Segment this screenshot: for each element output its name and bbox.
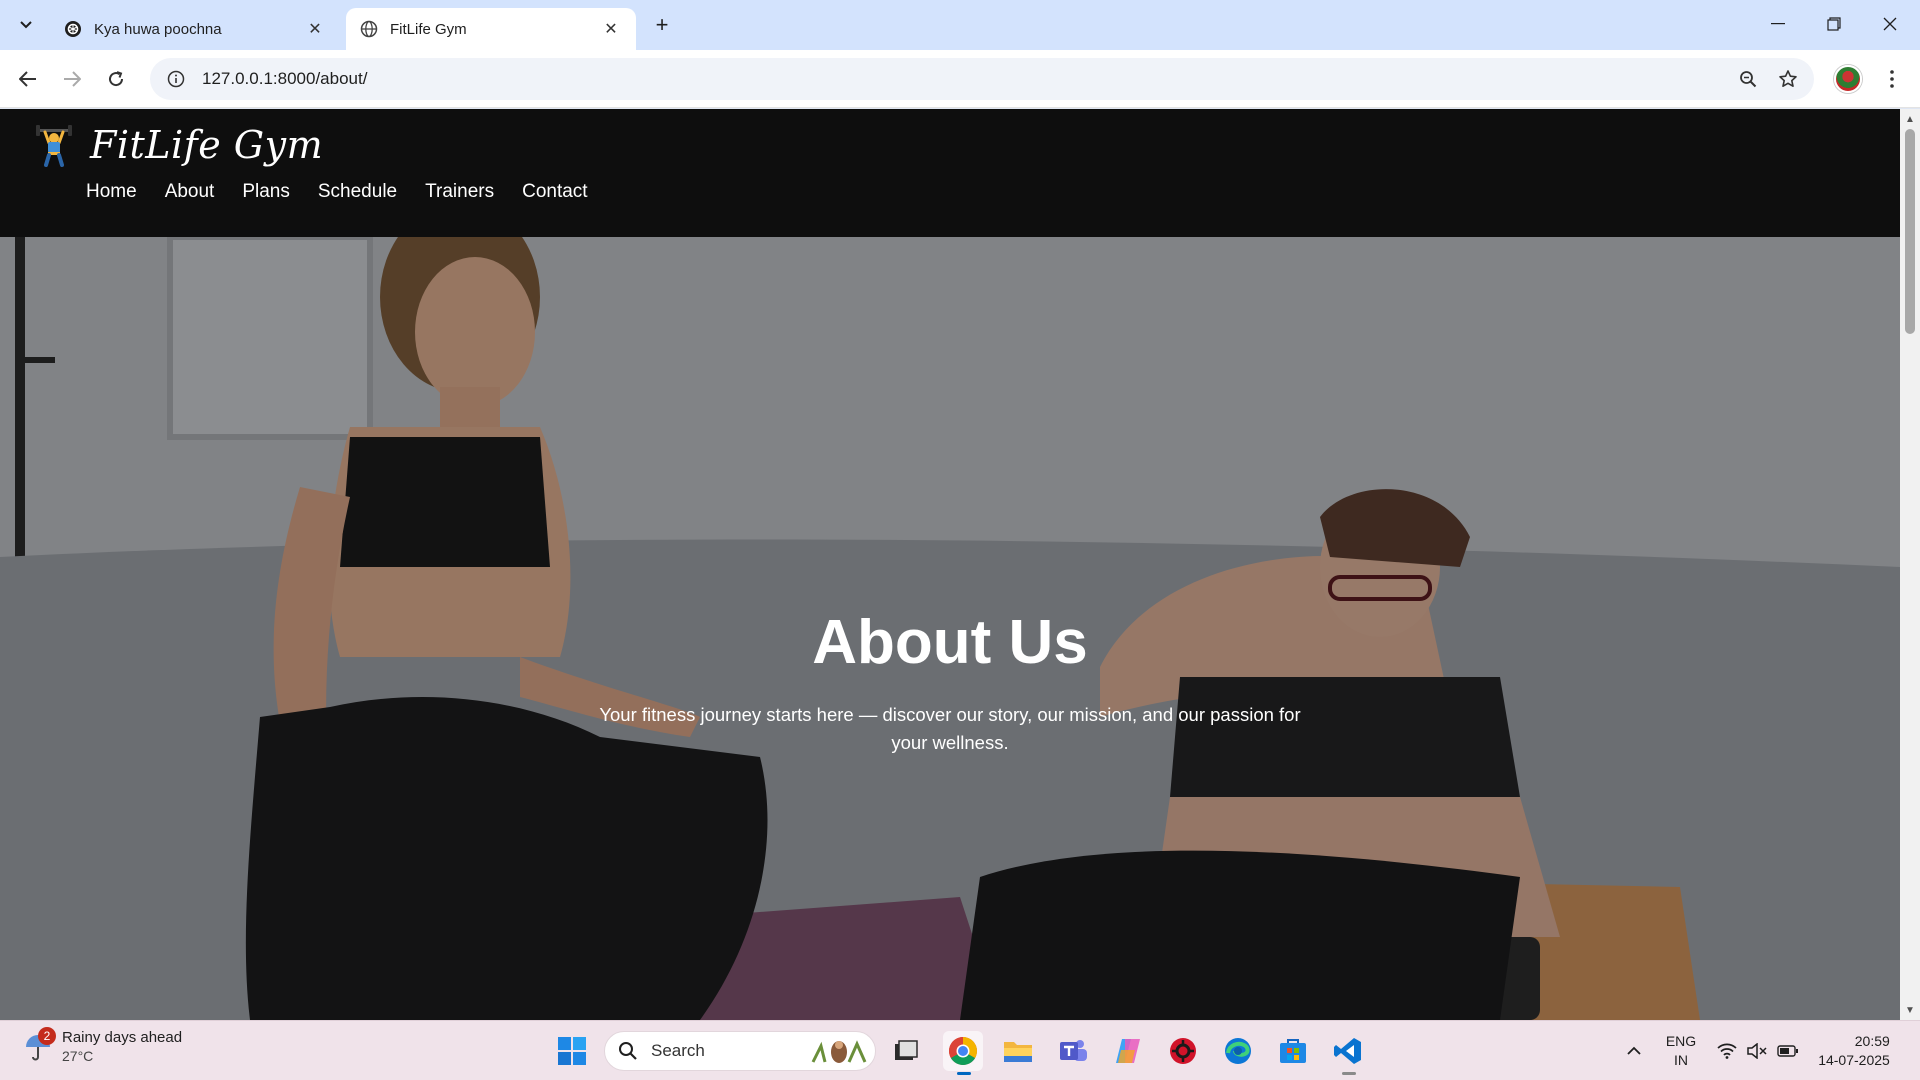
new-tab-icon[interactable]: + xyxy=(648,11,676,39)
windows-start-icon[interactable] xyxy=(554,1033,590,1069)
nav-about[interactable]: About xyxy=(165,181,215,203)
minimize-icon[interactable] xyxy=(1750,0,1806,48)
file-explorer-icon[interactable] xyxy=(998,1031,1038,1071)
search-placeholder: Search xyxy=(651,1041,705,1060)
tab-fitlife-gym[interactable]: FitLife Gym ✕ xyxy=(346,8,636,50)
page-viewport: FitLife Gym Home About Plans Schedule Tr… xyxy=(0,109,1900,1020)
volume-muted-icon[interactable] xyxy=(1744,1021,1770,1080)
lang-code: ENG xyxy=(1665,1033,1697,1049)
nav-plans[interactable]: Plans xyxy=(242,181,290,203)
hero-title: About Us xyxy=(812,608,1088,677)
close-icon[interactable]: ✕ xyxy=(304,18,326,40)
show-hidden-icons-icon[interactable] xyxy=(1618,1021,1650,1080)
nav-home[interactable]: Home xyxy=(86,181,137,203)
tab-kya-huwa-poochna[interactable]: Kya huwa poochna ✕ xyxy=(50,8,340,50)
reload-icon[interactable] xyxy=(100,63,132,95)
nav-contact[interactable]: Contact xyxy=(522,181,587,203)
more-menu-icon[interactable] xyxy=(1876,63,1908,95)
nav-trainers[interactable]: Trainers xyxy=(425,181,494,203)
forward-icon[interactable] xyxy=(56,63,88,95)
back-icon[interactable] xyxy=(12,63,44,95)
teams-icon[interactable] xyxy=(1053,1031,1093,1071)
battery-icon[interactable] xyxy=(1774,1021,1802,1080)
weightlifter-logo-icon xyxy=(36,125,72,167)
app-red-icon[interactable] xyxy=(1163,1031,1203,1071)
site-info-icon[interactable] xyxy=(156,59,196,99)
notification-badge: 2 xyxy=(38,1026,56,1045)
system-clock[interactable]: 20:59 14-07-2025 xyxy=(1810,1021,1898,1080)
scroll-up-icon[interactable]: ▲ xyxy=(1900,111,1920,127)
tab-title: FitLife Gym xyxy=(390,20,467,38)
hero-subtitle: Your fitness journey starts here — disco… xyxy=(599,704,1301,753)
page-scrollbar[interactable]: ▲ ▼ xyxy=(1900,109,1920,1020)
nav-schedule[interactable]: Schedule xyxy=(318,181,397,203)
site-nav: Home About Plans Schedule Trainers Conta… xyxy=(86,181,616,203)
vscode-icon[interactable] xyxy=(1328,1031,1368,1075)
weather-widget[interactable]: 2 Rainy days ahead 27°C xyxy=(22,1026,183,1064)
hero-section: About Us Your fitness journey starts her… xyxy=(0,237,1900,1020)
browser-toolbar: 127.0.0.1:8000/about/ xyxy=(0,50,1920,108)
task-view-icon[interactable] xyxy=(886,1031,926,1071)
weather-summary: Rainy days ahead xyxy=(62,1029,183,1046)
globe-favicon-icon xyxy=(360,20,378,38)
taskbar: 2 Rainy days ahead 27°C Search ENG IN 20… xyxy=(0,1020,1920,1080)
tab-title: Kya huwa poochna xyxy=(94,20,222,38)
site-logo[interactable]: FitLife Gym xyxy=(90,123,323,167)
zoom-icon[interactable] xyxy=(1728,59,1768,99)
clock-time: 20:59 xyxy=(1854,1033,1890,1049)
language-indicator[interactable]: ENG IN xyxy=(1656,1021,1706,1080)
weather-temp: 27°C xyxy=(62,1048,94,1064)
ms-store-icon[interactable] xyxy=(1273,1031,1313,1071)
taskbar-search[interactable]: Search xyxy=(604,1031,876,1071)
tab-search-icon[interactable] xyxy=(12,11,40,39)
rain-umbrella-icon: 2 xyxy=(22,1026,56,1063)
site-header: FitLife Gym Home About Plans Schedule Tr… xyxy=(0,109,1900,237)
wifi-icon[interactable] xyxy=(1714,1021,1740,1080)
running-app-indicator xyxy=(1342,1072,1356,1075)
chrome-icon[interactable] xyxy=(943,1031,983,1075)
edge-icon[interactable] xyxy=(1218,1031,1258,1071)
clock-date: 14-07-2025 xyxy=(1818,1052,1890,1068)
restore-icon[interactable] xyxy=(1806,0,1862,48)
region-code: IN xyxy=(1674,1052,1688,1068)
active-app-indicator xyxy=(957,1072,971,1075)
scroll-thumb[interactable] xyxy=(1905,129,1915,334)
chatgpt-favicon-icon xyxy=(65,21,81,37)
profile-avatar[interactable] xyxy=(1834,65,1862,93)
url-text[interactable]: 127.0.0.1:8000/about/ xyxy=(202,69,1728,89)
scroll-down-icon[interactable]: ▼ xyxy=(1900,1002,1920,1018)
close-window-icon[interactable] xyxy=(1862,0,1918,48)
search-highlight-icon xyxy=(811,1040,867,1063)
copilot-icon[interactable] xyxy=(1108,1031,1148,1071)
tab-strip: Kya huwa poochna ✕ FitLife Gym ✕ + xyxy=(0,0,1920,50)
address-bar[interactable]: 127.0.0.1:8000/about/ xyxy=(150,58,1814,100)
search-icon xyxy=(615,1041,641,1061)
close-icon[interactable]: ✕ xyxy=(600,18,622,40)
bookmark-star-icon[interactable] xyxy=(1768,59,1808,99)
